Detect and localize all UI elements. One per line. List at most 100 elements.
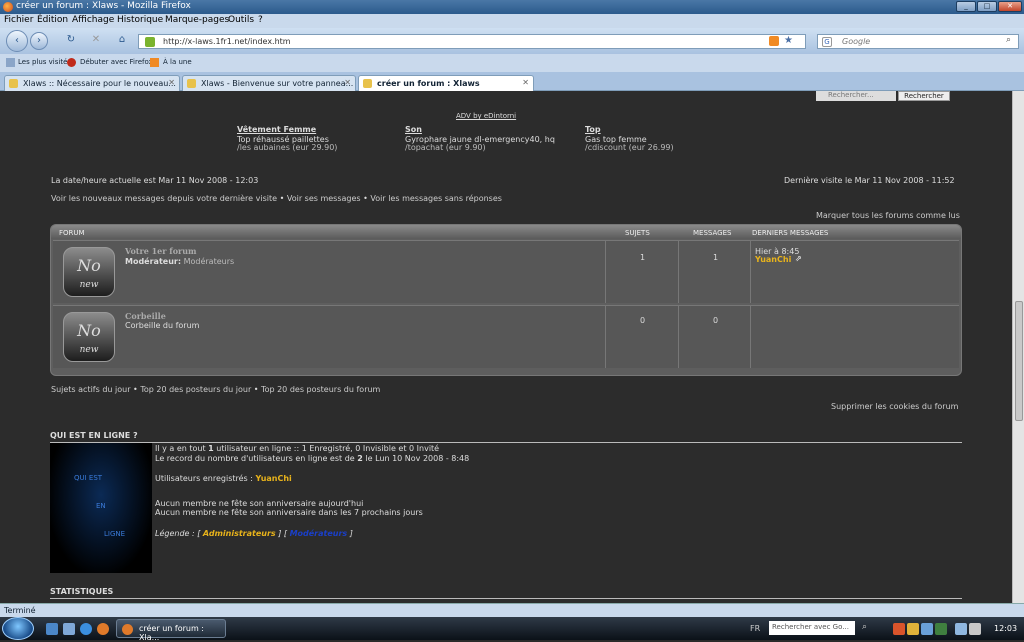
ad-item-1-meta: /les aubaines (eur 29.90) bbox=[237, 143, 338, 152]
tray-app-icon[interactable] bbox=[921, 623, 933, 635]
forward-button[interactable]: › bbox=[30, 32, 48, 50]
posts-count: 0 bbox=[713, 316, 719, 325]
navigation-toolbar: ‹ › ↻ ✕ ⌂ http://x-laws.1fr1.net/index.h… bbox=[0, 28, 1024, 54]
forum-table-header: FORUM SUJETS MESSAGES DERNIERS MESSAGES bbox=[51, 225, 961, 239]
delete-cookies-link[interactable]: Supprimer les cookies du forum bbox=[831, 402, 958, 411]
own-messages-link[interactable]: Voir ses messages bbox=[287, 194, 361, 203]
forum-search-button[interactable]: Rechercher bbox=[898, 91, 950, 101]
last-post-user[interactable]: YuanChi bbox=[755, 255, 791, 264]
moderator-label: Modérateur: bbox=[125, 257, 182, 266]
tab-2[interactable]: Xlaws - Bienvenue sur votre pannea... ✕ bbox=[182, 75, 356, 91]
active-topics-link[interactable]: Sujets actifs du jour bbox=[51, 385, 131, 394]
forum-description: Corbeille du forum bbox=[125, 321, 200, 330]
top20-day-link[interactable]: Top 20 des posteurs du jour bbox=[140, 385, 251, 394]
mark-all-read-link[interactable]: Marquer tous les forums comme lus bbox=[816, 211, 960, 220]
url-field[interactable]: http://x-laws.1fr1.net/index.htm ★ bbox=[138, 34, 806, 49]
tab-3-active[interactable]: créer un forum : Xlaws ✕ bbox=[358, 75, 534, 92]
switch-windows-icon[interactable] bbox=[63, 623, 75, 635]
forum-title-link[interactable]: Votre 1er forum bbox=[125, 246, 197, 256]
posts-cell: 0 bbox=[678, 306, 750, 368]
col-topics: SUJETS bbox=[625, 229, 650, 237]
bookmarks-toolbar: Les plus visités Débuter avec Firefox À … bbox=[0, 54, 1024, 72]
menu-outils[interactable]: Outils bbox=[228, 15, 254, 25]
new-messages-link[interactable]: Voir les nouveaux messages depuis votre … bbox=[51, 194, 277, 203]
posts-cell: 1 bbox=[678, 241, 750, 303]
bookmark-getting-started[interactable]: Débuter avec Firefox bbox=[80, 58, 153, 66]
legend-mod-link[interactable]: Modérateurs bbox=[290, 529, 348, 538]
registered-user-link[interactable]: YuanChi bbox=[255, 474, 291, 483]
back-button[interactable]: ‹ bbox=[6, 30, 28, 52]
legend-admin-link[interactable]: Administrateurs bbox=[203, 529, 276, 538]
unanswered-link[interactable]: Voir les messages sans réponses bbox=[370, 194, 502, 203]
bookmark-star-icon[interactable]: ★ bbox=[784, 35, 793, 46]
stop-button[interactable]: ✕ bbox=[87, 32, 105, 50]
ad-item-2-title[interactable]: Son bbox=[405, 125, 422, 134]
taskbar-firefox-task[interactable]: créer un forum : Xla... bbox=[116, 619, 226, 642]
registered-users-line: Utilisateurs enregistrés : YuanChi bbox=[155, 474, 292, 483]
close-tab-icon[interactable]: ✕ bbox=[344, 78, 351, 87]
start-button[interactable] bbox=[2, 617, 34, 640]
clock[interactable]: 12:03 bbox=[994, 624, 1017, 633]
tab-1[interactable]: Xlaws :: Nécessaire pour le nouveau... ✕ bbox=[4, 75, 180, 91]
close-window-button[interactable]: ✕ bbox=[998, 1, 1022, 12]
menu-help[interactable]: ? bbox=[258, 15, 263, 25]
firefox-icon bbox=[122, 624, 133, 635]
volume-icon[interactable] bbox=[969, 623, 981, 635]
forum-row: No new Corbeille Corbeille du forum 0 0 bbox=[53, 305, 959, 368]
bookmark-headlines[interactable]: À la une bbox=[163, 58, 192, 66]
tray-app-icon[interactable] bbox=[893, 623, 905, 635]
ad-item-3-meta: /cdiscount (eur 26.99) bbox=[585, 143, 674, 152]
close-tab-icon[interactable]: ✕ bbox=[168, 78, 175, 87]
status-text: Terminé bbox=[4, 606, 36, 615]
forum-table: FORUM SUJETS MESSAGES DERNIERS MESSAGES … bbox=[50, 224, 962, 376]
firefox-quicklaunch-icon[interactable] bbox=[97, 623, 109, 635]
menu-fichier[interactable]: Fichier bbox=[4, 15, 33, 25]
col-posts: MESSAGES bbox=[693, 229, 732, 237]
url-text: http://x-laws.1fr1.net/index.htm bbox=[163, 37, 291, 46]
rss-feed-icon bbox=[150, 58, 159, 67]
tab-3-label: créer un forum : Xlaws bbox=[377, 79, 480, 88]
topics-cell: 1 bbox=[605, 241, 677, 303]
firefox-start-icon bbox=[67, 58, 76, 67]
menu-affichage[interactable]: Affichage bbox=[72, 15, 114, 25]
top20-forum-link[interactable]: Top 20 des posteurs du forum bbox=[261, 385, 380, 394]
tab-2-label: Xlaws - Bienvenue sur votre pannea... bbox=[201, 79, 354, 88]
menu-edition[interactable]: Édition bbox=[37, 15, 68, 25]
menu-historique[interactable]: Historique bbox=[117, 15, 163, 25]
ad-item-3-title[interactable]: Top bbox=[585, 125, 601, 134]
show-desktop-icon[interactable] bbox=[46, 623, 58, 635]
tray-app-icon[interactable] bbox=[935, 623, 947, 635]
internet-explorer-icon[interactable] bbox=[80, 623, 92, 635]
taskbar-search-input[interactable]: Rechercher avec Go... bbox=[769, 621, 855, 635]
posts-count: 1 bbox=[713, 253, 719, 262]
home-button[interactable]: ⌂ bbox=[113, 32, 131, 50]
language-indicator[interactable]: FR bbox=[750, 624, 760, 633]
search-icon[interactable]: ⌕ bbox=[1006, 35, 1011, 45]
reload-button[interactable]: ↻ bbox=[62, 32, 80, 50]
vertical-scrollbar[interactable] bbox=[1012, 91, 1024, 603]
info-links: Voir les nouveaux messages depuis votre … bbox=[51, 194, 502, 203]
maximize-button[interactable]: □ bbox=[977, 1, 997, 12]
forum-title-link[interactable]: Corbeille bbox=[125, 311, 166, 321]
tab-favicon bbox=[187, 79, 196, 88]
go-to-post-icon[interactable]: ⇗ bbox=[795, 254, 802, 263]
tray-app-icon[interactable] bbox=[907, 623, 919, 635]
bookmark-most-visited[interactable]: Les plus visités bbox=[18, 58, 71, 66]
scrollbar-thumb[interactable] bbox=[1015, 301, 1023, 421]
firefox-icon bbox=[3, 2, 13, 12]
search-engine-placeholder: Google bbox=[842, 37, 871, 46]
moderator-link[interactable]: Modérateurs bbox=[184, 257, 235, 266]
topics-count: 1 bbox=[640, 253, 646, 262]
rss-icon[interactable] bbox=[769, 36, 779, 46]
minimize-button[interactable]: _ bbox=[956, 1, 976, 12]
network-icon[interactable] bbox=[955, 623, 967, 635]
ad-item-1-title[interactable]: Vêtement Femme bbox=[237, 125, 316, 134]
menu-marque-pages[interactable]: Marque-pages bbox=[165, 15, 229, 25]
forum-search-input[interactable]: Rechercher... bbox=[816, 91, 896, 101]
search-engine-field[interactable]: G Google ⌕ bbox=[817, 34, 1019, 49]
last-post-cell bbox=[750, 306, 959, 368]
ad-header[interactable]: ADV by eDintorni bbox=[456, 112, 516, 120]
google-icon: G bbox=[822, 37, 832, 47]
search-go-icon[interactable]: ⌕ bbox=[862, 622, 867, 632]
close-tab-icon[interactable]: ✕ bbox=[522, 78, 529, 87]
